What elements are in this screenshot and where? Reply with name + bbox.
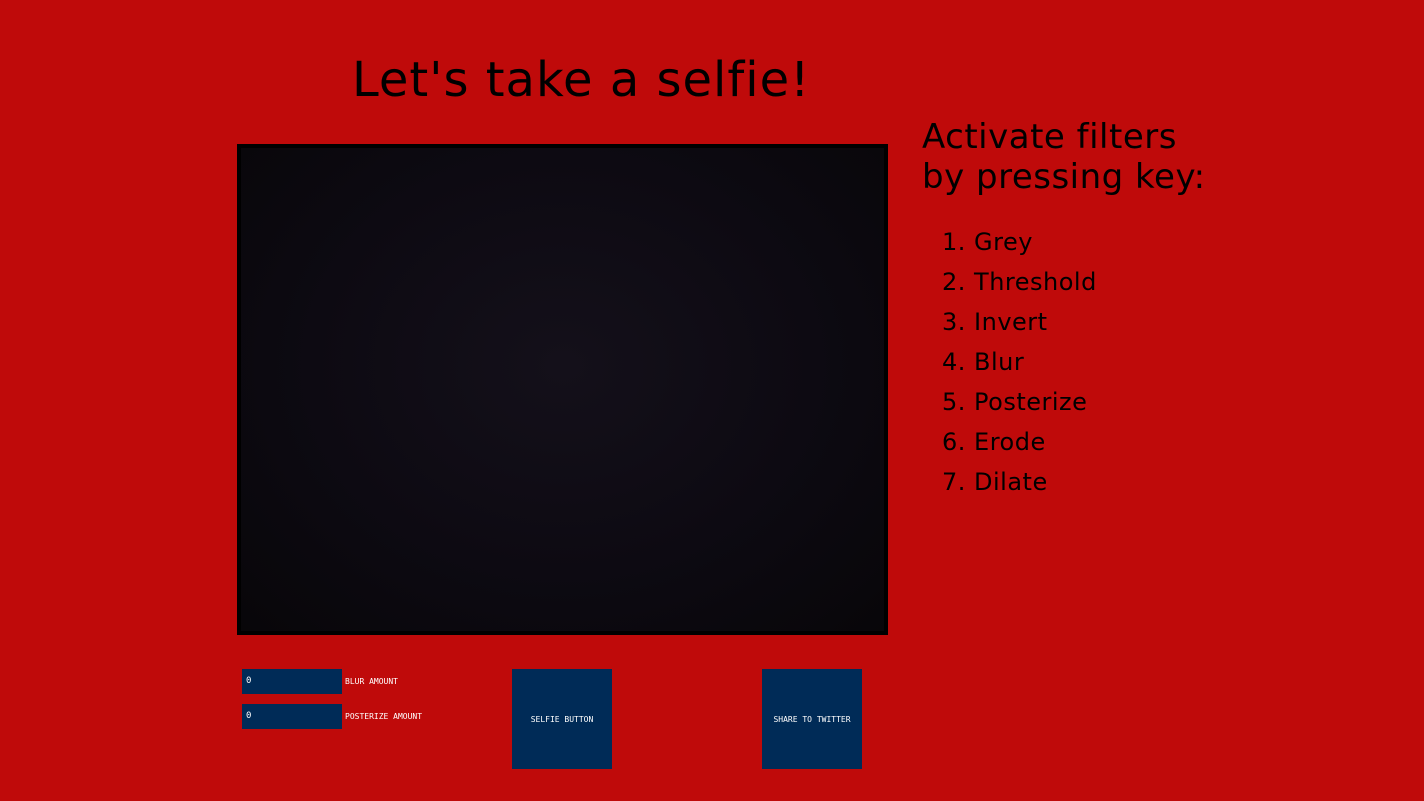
blur-amount-value: 0 <box>246 676 252 686</box>
blur-amount-label: BLUR AMOUNT <box>345 677 398 686</box>
posterize-amount-slider[interactable]: 0 <box>242 704 342 729</box>
filters-heading: Activate filters by pressing key: <box>922 117 1206 197</box>
filter-item-erode: 6. Erode <box>942 428 1046 456</box>
filter-item-blur: 4. Blur <box>942 348 1025 376</box>
share-to-twitter-button-label: SHARE TO TWITTER <box>773 714 851 724</box>
filter-item-threshold: 2. Threshold <box>942 268 1097 296</box>
posterize-amount-label: POSTERIZE AMOUNT <box>345 712 423 721</box>
selfie-button[interactable]: SELFIE BUTTON <box>512 669 612 769</box>
filter-item-dilate: 7. Dilate <box>942 468 1048 496</box>
blur-amount-slider[interactable]: 0 <box>242 669 342 694</box>
selfie-button-label: SELFIE BUTTON <box>530 714 594 724</box>
camera-video-feed <box>237 144 888 635</box>
filter-item-invert: 3. Invert <box>942 308 1048 336</box>
filter-item-grey: 1. Grey <box>942 228 1033 256</box>
filters-heading-line-1: Activate filters <box>922 117 1177 157</box>
filters-heading-line-2: by pressing key: <box>922 157 1206 197</box>
filter-list: 1. Grey 2. Threshold 3. Invert 4. Blur 5… <box>942 222 1097 502</box>
page-title: Let's take a selfie! <box>352 52 811 108</box>
posterize-amount-value: 0 <box>246 711 252 721</box>
filter-item-posterize: 5. Posterize <box>942 388 1088 416</box>
share-to-twitter-button[interactable]: SHARE TO TWITTER <box>762 669 862 769</box>
